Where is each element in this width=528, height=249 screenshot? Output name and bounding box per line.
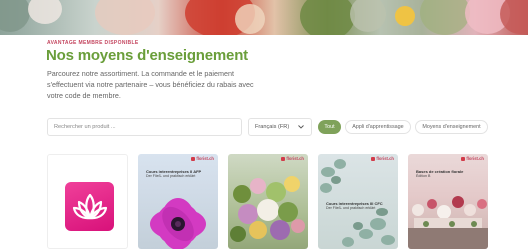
arrangement-image: [408, 196, 488, 249]
florist-brand-logo: florist.ch: [281, 156, 304, 161]
product-card-cours-cfc[interactable]: florist.ch Cours interentreprises III CF…: [318, 154, 398, 249]
cover-caption: Cours interentreprises II AFP Der Fließ- …: [146, 169, 202, 179]
cover-caption: Bases de création florale Édition B: [416, 169, 464, 179]
lotus-app-icon: [65, 182, 114, 231]
bouquet-image: [230, 176, 305, 242]
filter-all[interactable]: Tout: [318, 120, 341, 134]
intro-text: Parcourez notre assortiment. La commande…: [47, 69, 254, 100]
member-benefit-label: AVANTAGE MEMBRE DISPONIBLE: [47, 40, 139, 46]
language-selected-value: Français (FR): [255, 124, 290, 130]
product-card-cours-afp[interactable]: florist.ch Cours interentreprises II AFP…: [138, 154, 218, 249]
cover-caption: Cours interentreprises III CFC Der Fließ-…: [326, 201, 383, 211]
product-card-app[interactable]: [47, 154, 128, 249]
page-title: Nos moyens d'enseignement: [46, 47, 248, 64]
hero-banner-image: [0, 0, 528, 35]
florist-brand-logo: florist.ch: [461, 156, 484, 161]
florist-brand-logo: florist.ch: [191, 156, 214, 161]
search-input[interactable]: [47, 118, 242, 136]
page: AVANTAGE MEMBRE DISPONIBLE Nos moyens d'…: [0, 0, 528, 249]
product-card-bouquet[interactable]: florist.ch: [228, 154, 308, 249]
filter-learning-app[interactable]: Appli d'apprentissage: [345, 120, 411, 134]
chevron-down-icon: [297, 123, 305, 131]
filter-teaching-materials[interactable]: Moyens d'enseignement: [415, 120, 488, 134]
product-card-bases-creation[interactable]: florist.ch Bases de création florale Édit…: [408, 154, 488, 249]
anemone-flower-image: [150, 198, 206, 249]
language-select[interactable]: Français (FR): [248, 118, 312, 136]
